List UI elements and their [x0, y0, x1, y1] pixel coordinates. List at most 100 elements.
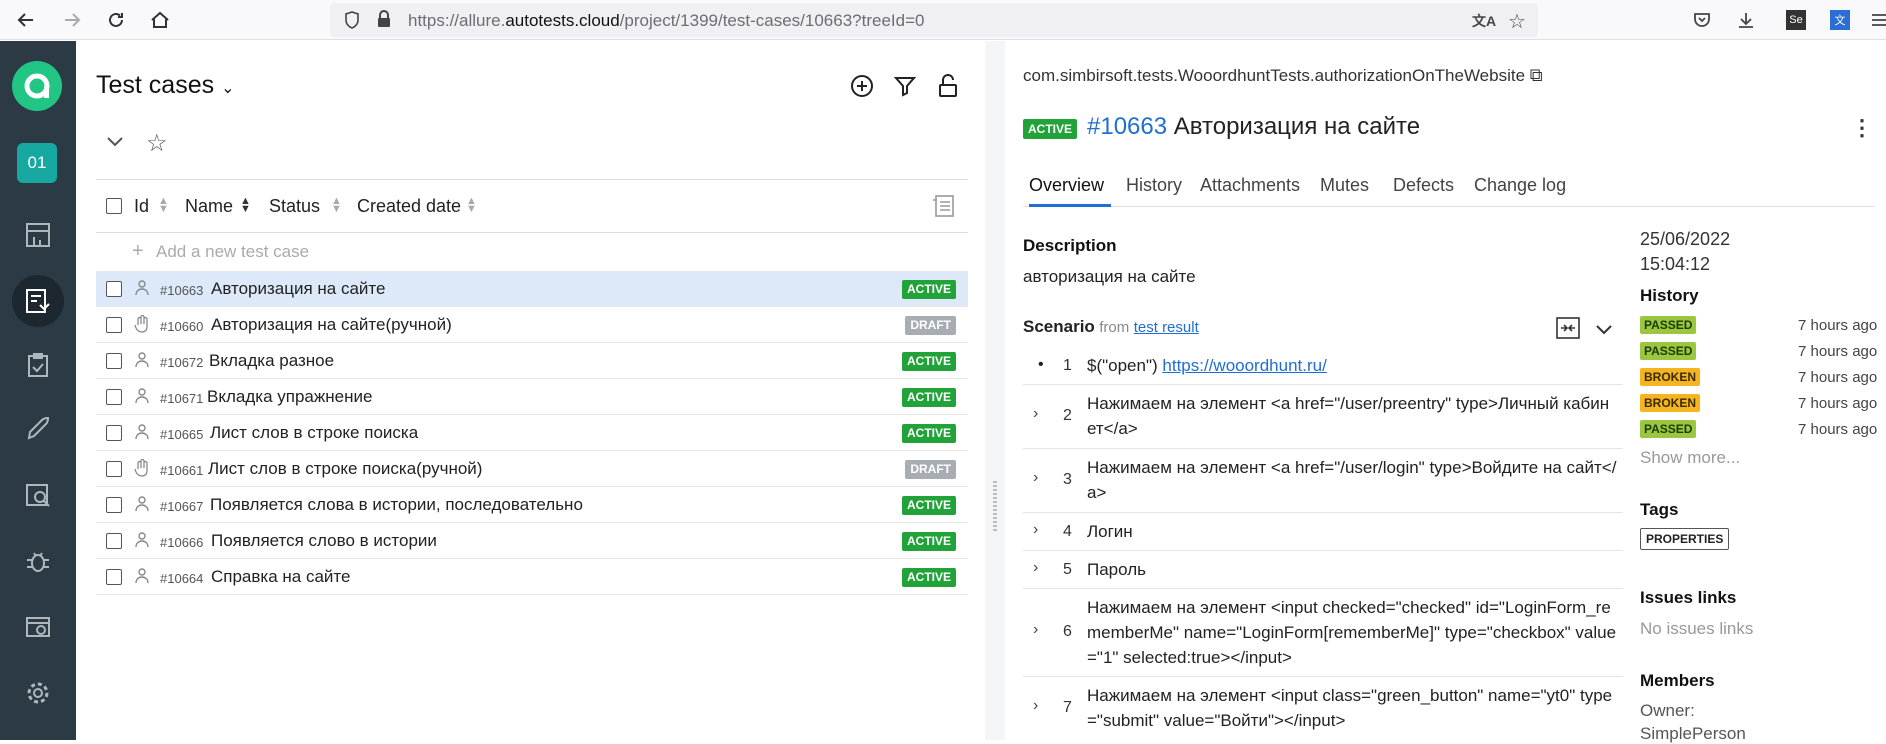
translate-icon[interactable]: 文A [1472, 11, 1496, 31]
allure-logo-icon[interactable] [12, 61, 62, 111]
filter-icon[interactable] [890, 71, 920, 101]
history-status-badge[interactable]: PASSED [1640, 316, 1697, 334]
home-icon[interactable] [146, 6, 174, 34]
status-badge: ACTIVE [901, 496, 956, 515]
chevron-right-icon[interactable]: › [1033, 469, 1038, 487]
table-row[interactable]: #10660 Авторизация на сайте(ручной) DRAF… [96, 307, 968, 343]
table-row[interactable]: #10664 Справка на сайте ACTIVE [96, 559, 968, 595]
case-id[interactable]: #10663 [1087, 113, 1167, 140]
sort-icon[interactable]: ▲ ▼ [158, 196, 169, 215]
step-row[interactable]: • 1 $("open") https://wooordhunt.ru/ [1023, 347, 1623, 385]
table-row[interactable]: #10663 Авторизация на сайте ACTIVE [96, 271, 968, 307]
defects-icon[interactable] [12, 535, 64, 587]
step-link[interactable]: https://wooordhunt.ru/ [1162, 356, 1326, 375]
launches-icon[interactable] [12, 403, 64, 455]
forward-icon[interactable] [58, 6, 86, 34]
tab-change-log[interactable]: Change log [1474, 175, 1566, 196]
column-status[interactable]: Status [269, 196, 320, 217]
table-row[interactable]: #10665 Лист слов в строке поиска ACTIVE [96, 415, 968, 451]
jobs-icon[interactable] [12, 601, 64, 653]
step-row[interactable]: › 5 Пароль [1023, 551, 1623, 589]
sort-icon[interactable]: ▲ ▼ [331, 196, 342, 215]
automated-icon [134, 387, 150, 410]
tab-history[interactable]: History [1126, 175, 1182, 196]
tag-chip[interactable]: PROPERTIES [1640, 528, 1730, 550]
expand-collapse-icon[interactable] [1556, 317, 1580, 344]
step-row[interactable]: › 4 Логин [1023, 513, 1623, 551]
column-settings-icon[interactable] [931, 194, 955, 223]
scenario-source-link[interactable]: test result [1134, 319, 1199, 336]
column-id[interactable]: Id [134, 196, 149, 217]
row-checkbox[interactable] [106, 569, 122, 585]
row-checkbox[interactable] [106, 353, 122, 369]
row-checkbox[interactable] [106, 461, 122, 477]
history-status-badge[interactable]: BROKEN [1640, 368, 1701, 386]
show-more-link[interactable]: Show more... [1640, 448, 1740, 468]
chevron-down-icon: ⌄ [221, 80, 235, 97]
test-plans-icon[interactable] [12, 339, 64, 391]
test-cases-icon[interactable] [12, 275, 64, 327]
table-row[interactable]: #10671 Вкладка упражнение ACTIVE [96, 379, 968, 415]
tab-defects[interactable]: Defects [1393, 175, 1454, 196]
translate-extension-icon[interactable]: 文 [1826, 6, 1854, 34]
pocket-icon[interactable] [1688, 6, 1716, 34]
dashboard-icon[interactable] [12, 209, 64, 261]
table-row[interactable]: #10661 Лист слов в строке поиска(ручной)… [96, 451, 968, 487]
bookmark-star-icon[interactable]: ☆ [1508, 9, 1526, 34]
history-status-badge[interactable]: PASSED [1640, 342, 1697, 360]
more-vertical-icon[interactable]: ⋮ [1851, 115, 1873, 141]
chevron-right-icon[interactable]: › [1033, 621, 1038, 639]
chevron-right-icon[interactable]: › [1033, 521, 1038, 539]
reload-icon[interactable] [102, 6, 130, 34]
step-number: 7 [1063, 699, 1072, 716]
tab-mutes[interactable]: Mutes [1320, 175, 1369, 196]
row-checkbox[interactable] [106, 497, 122, 513]
menu-icon[interactable] [1866, 6, 1886, 34]
collapse-chevron-icon[interactable] [106, 135, 124, 153]
members-label: Members [1640, 671, 1715, 690]
column-name[interactable]: Name [185, 196, 233, 217]
sort-icon[interactable]: ▲ ▼ [240, 196, 251, 215]
history-status-badge[interactable]: PASSED [1640, 420, 1697, 438]
unlock-icon[interactable] [933, 71, 963, 101]
step-row[interactable]: › 3 Нажимаем на элемент <a href="/user/l… [1023, 449, 1623, 513]
tab-attachments[interactable]: Attachments [1200, 175, 1300, 196]
add-circle-icon[interactable] [847, 71, 877, 101]
row-checkbox[interactable] [106, 389, 122, 405]
download-icon[interactable] [1732, 6, 1760, 34]
select-all-checkbox[interactable] [106, 198, 122, 214]
panel-resize-handle[interactable] [985, 41, 1005, 740]
favorite-star-icon[interactable]: ☆ [146, 129, 168, 158]
table-row[interactable]: #10672 Вкладка разное ACTIVE [96, 343, 968, 379]
settings-icon[interactable] [12, 667, 64, 719]
browser-toolbar: https://allure.autotests.cloud/project/1… [0, 0, 1886, 40]
table-row[interactable]: #10667 Появляется слова в истории, после… [96, 487, 968, 523]
column-created-date[interactable]: Created date [357, 196, 461, 217]
step-row[interactable]: › 2 Нажимаем на элемент <a href="/user/p… [1023, 385, 1623, 449]
bullet-icon: • [1038, 356, 1044, 373]
row-checkbox[interactable] [106, 425, 122, 441]
project-badge[interactable]: 01 [17, 143, 57, 183]
chevron-right-icon[interactable]: › [1033, 697, 1038, 715]
chevron-right-icon[interactable]: › [1033, 559, 1038, 577]
history-status-badge[interactable]: BROKEN [1640, 394, 1701, 412]
table-row[interactable]: #10666 Появляется слово в истории ACTIVE [96, 523, 968, 559]
address-bar[interactable]: https://allure.autotests.cloud/project/1… [330, 3, 1538, 37]
add-test-case-row[interactable]: + Add a new test case [96, 234, 968, 270]
step-row[interactable]: › 6 Нажимаем на элемент <input checked="… [1023, 589, 1623, 677]
step-row[interactable]: › 7 Нажимаем на элемент <input class="gr… [1023, 677, 1623, 740]
page-title[interactable]: Test cases ⌄ [96, 71, 234, 100]
row-checkbox[interactable] [106, 533, 122, 549]
full-name: com.simbirsoft.tests.WooordhuntTests.aut… [1023, 65, 1543, 85]
tab-overview[interactable]: Overview [1029, 175, 1104, 196]
chevron-down-icon[interactable] [1595, 323, 1613, 341]
step-text: Нажимаем на элемент <a href="/user/login… [1087, 458, 1617, 502]
copy-icon[interactable]: ⧉ [1530, 65, 1543, 85]
row-checkbox[interactable] [106, 281, 122, 297]
row-checkbox[interactable] [106, 317, 122, 333]
back-icon[interactable] [12, 6, 40, 34]
chevron-right-icon[interactable]: › [1033, 405, 1038, 423]
selenium-extension-icon[interactable]: Se [1782, 6, 1810, 34]
sort-icon[interactable]: ▲ ▼ [466, 196, 477, 215]
analytics-icon[interactable] [12, 469, 64, 521]
